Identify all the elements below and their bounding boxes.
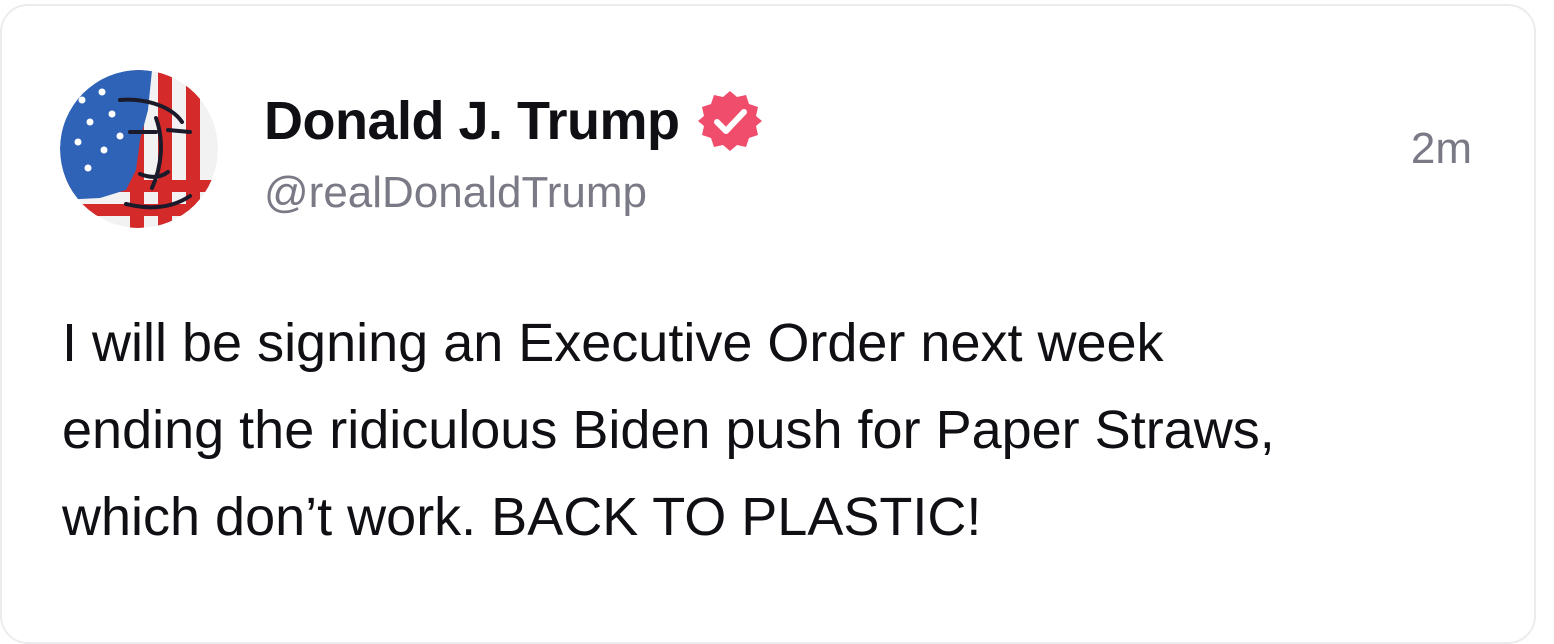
author-handle[interactable]: @realDonaldTrump [264,168,647,218]
author-name[interactable]: Donald J. Trump [264,90,680,152]
post-card[interactable]: Donald J. Trump @realDonaldTrump 2m I wi… [0,4,1536,644]
post-body-line: I will be signing an Executive Order nex… [62,313,1164,373]
avatar-image [60,70,218,228]
avatar[interactable] [60,70,218,228]
verified-badge-icon [697,89,762,153]
post-body-line: ending the ridiculous Biden push for Pap… [62,400,1275,460]
post-body-line: which don’t work. BACK TO PLASTIC! [62,487,982,547]
post-body: I will be signing an Executive Order nex… [62,300,1482,561]
post-timestamp[interactable]: 2m [1411,124,1472,174]
author-row: Donald J. Trump [264,86,762,156]
